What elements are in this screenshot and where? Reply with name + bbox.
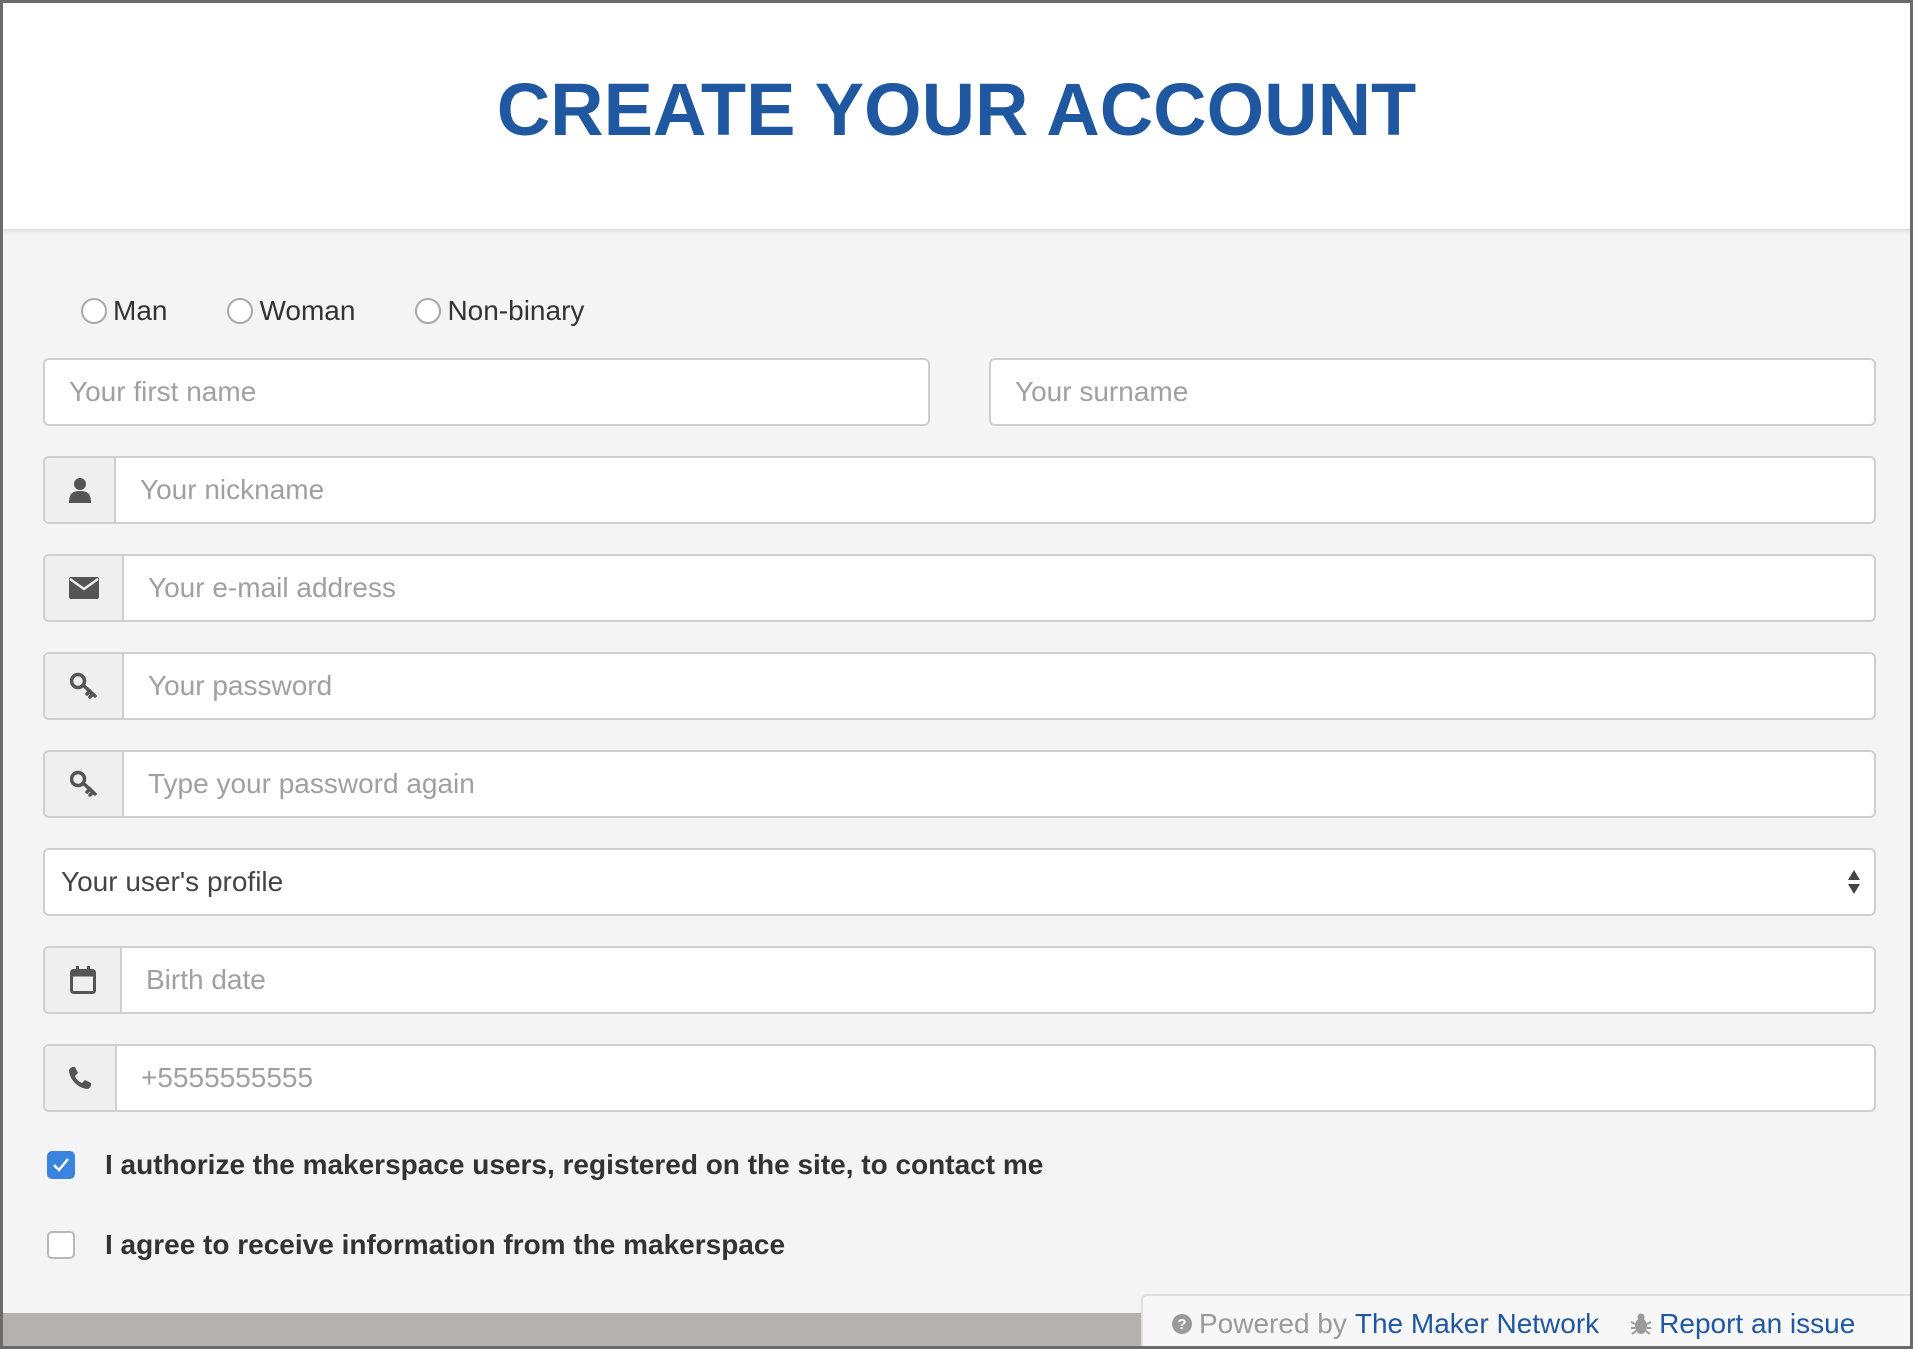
report-issue-link[interactable]: Report an issue [1659,1308,1855,1340]
bottom-scroll-strip [3,1313,1143,1346]
consent-info-checkbox[interactable] [47,1231,75,1259]
email-input[interactable] [124,556,1874,620]
user-icon [45,458,116,522]
select-arrows-icon [1834,850,1874,914]
birth-date-input[interactable] [122,948,1874,1012]
first-name-field[interactable] [43,358,930,426]
gender-option-man[interactable]: Man [81,295,167,327]
maker-network-link[interactable]: The Maker Network [1355,1308,1599,1340]
surname-input[interactable] [991,360,1874,424]
birth-date-field[interactable] [43,946,1876,1014]
surname-field[interactable] [989,358,1876,426]
email-field[interactable] [43,554,1876,622]
first-name-input[interactable] [45,360,928,424]
radio-label-non-binary: Non-binary [447,295,585,326]
consent-info-row[interactable]: I agree to receive information from the … [47,1229,785,1261]
gender-option-non-binary[interactable]: Non-binary [415,295,584,327]
radio-label-man: Man [113,295,168,326]
phone-icon [45,1046,117,1110]
nickname-field[interactable] [43,456,1876,524]
radio-button-man[interactable] [81,298,107,324]
page-header: CREATE YOUR ACCOUNT [3,3,1910,231]
password-field[interactable] [43,652,1876,720]
bug-icon [1630,1313,1652,1335]
radio-button-woman[interactable] [227,298,254,324]
svg-text:?: ? [1177,1316,1186,1333]
nickname-input[interactable] [116,458,1874,522]
password-input[interactable] [124,654,1874,718]
powered-by-text: Powered by [1199,1308,1347,1339]
consent-contact-row[interactable]: I authorize the makerspace users, regist… [47,1149,1043,1181]
gender-option-woman[interactable]: Woman [227,295,355,327]
gender-radio-group: Man Woman Non-binary [81,291,644,331]
consent-contact-label: I authorize the makerspace users, regist… [105,1149,1044,1180]
password-confirm-input[interactable] [124,752,1874,816]
profile-select[interactable]: Your user's profile [43,848,1876,916]
phone-input[interactable] [117,1046,1874,1110]
profile-select-value: Your user's profile [61,866,284,897]
phone-field[interactable] [43,1044,1876,1112]
radio-label-woman: Woman [259,295,356,326]
checkmark-icon [53,1158,69,1172]
calendar-icon [45,948,122,1012]
page-frame: CREATE YOUR ACCOUNT Man Woman Non-binary [0,0,1913,1349]
footer-bar: ? Powered by The Maker Network Report an… [1141,1294,1910,1346]
consent-info-label: I agree to receive information from the … [105,1229,786,1260]
page-title: CREATE YOUR ACCOUNT [496,67,1417,151]
help-icon: ? [1172,1314,1192,1334]
key-icon [45,654,124,718]
password-confirm-field[interactable] [43,750,1876,818]
key-icon [45,752,124,816]
radio-button-non-binary[interactable] [415,298,442,324]
envelope-icon [45,556,124,620]
consent-contact-checkbox[interactable] [47,1151,75,1179]
